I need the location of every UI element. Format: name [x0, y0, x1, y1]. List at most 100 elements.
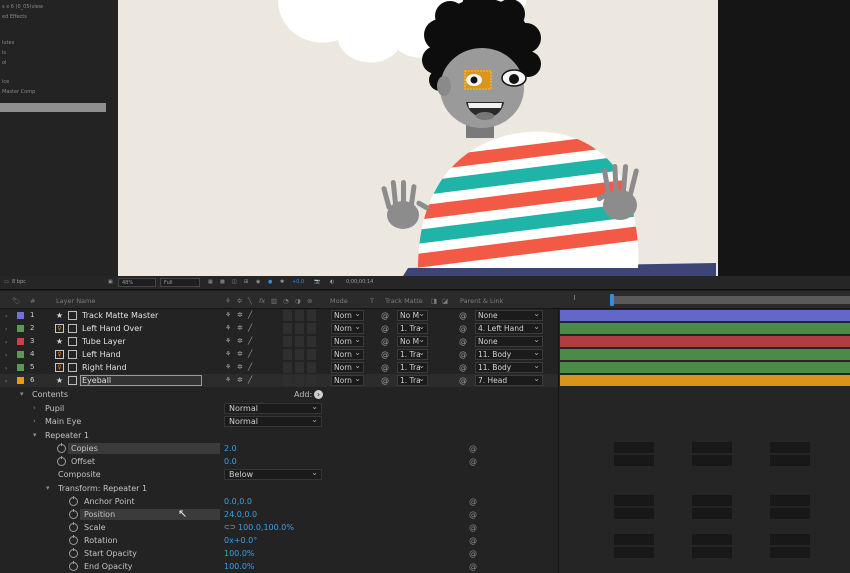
repeater-group[interactable]: ▾ Repeater 1: [0, 429, 558, 442]
track-segment[interactable]: [614, 442, 654, 453]
label-color-swatch[interactable]: [17, 351, 24, 358]
pupil-blend-mode-dropdown[interactable]: Normal: [224, 402, 322, 414]
track-segment[interactable]: [770, 495, 810, 506]
layer-name-header[interactable]: Layer Name: [56, 297, 95, 305]
track-matte-dropdown[interactable]: 1. Tra: [397, 375, 428, 386]
blend-mode-dropdown[interactable]: Norn: [331, 375, 364, 386]
matte-invert-icon[interactable]: ◪: [442, 297, 448, 305]
contents-group[interactable]: ▾ Contents Add: ›: [0, 388, 558, 401]
anchor-point-property[interactable]: Anchor Point 0.0,0.0 @: [0, 495, 558, 508]
parent-pickwhip-icon[interactable]: @: [459, 311, 467, 320]
switch-slot[interactable]: [283, 349, 292, 360]
main-eye-blend-mode-dropdown[interactable]: Normal: [224, 415, 322, 427]
parent-dropdown[interactable]: 7. Head: [475, 375, 543, 386]
switch-slot[interactable]: [295, 336, 304, 347]
shy-icon[interactable]: ⚘: [225, 350, 231, 358]
exposure-value[interactable]: +0.0: [292, 279, 304, 285]
blend-mode-dropdown[interactable]: Norn: [331, 349, 364, 360]
layer-row[interactable]: › 5 ♀ Right Hand ⚘ ✲ ╱ Norn @1. Tra @11. Body: [0, 361, 558, 374]
composition-canvas[interactable]: [118, 0, 718, 276]
copies-value[interactable]: 2.0: [224, 444, 237, 453]
layer-row[interactable]: › 2 ♀ Left Hand Over ⚘ ✲ ╱ Norn @1. Tra @4. Left …: [0, 322, 558, 335]
quality-header-icon[interactable]: ╲: [248, 297, 252, 305]
start-opacity-value[interactable]: 100.0%: [224, 549, 255, 558]
shy-icon[interactable]: ⚘: [225, 324, 231, 332]
quality-icon[interactable]: ╱: [248, 311, 252, 319]
twirl-icon[interactable]: ›: [5, 378, 7, 385]
layer-name[interactable]: Left Hand: [82, 350, 121, 359]
parent-dropdown[interactable]: 11. Body: [475, 349, 543, 360]
expression-pickwhip-icon[interactable]: @: [469, 510, 477, 519]
switch-slot[interactable]: [283, 310, 292, 321]
add-shape-button[interactable]: ›: [314, 390, 323, 399]
matte-alpha-icon[interactable]: ◨: [431, 297, 437, 305]
label-color-swatch[interactable]: [17, 325, 24, 332]
collapse-icon[interactable]: ✲: [237, 324, 243, 332]
layer-duration-bar[interactable]: [560, 323, 850, 334]
playhead[interactable]: [610, 294, 614, 306]
fast-previews-icon[interactable]: ▦: [208, 279, 213, 285]
blend-mode-dropdown[interactable]: Norn: [331, 362, 364, 373]
track-matte-dropdown[interactable]: 1. Tra: [397, 349, 428, 360]
show-snapshot-icon[interactable]: ◐: [330, 279, 334, 285]
label-column-icon[interactable]: 🏷: [12, 297, 20, 305]
stopwatch-icon[interactable]: [69, 522, 78, 532]
stopwatch-icon[interactable]: [69, 561, 78, 571]
main-eye-twirl-icon[interactable]: ›: [33, 417, 36, 425]
shy-icon[interactable]: ⚘: [225, 376, 231, 384]
project-line[interactable]: s x 6 (0_05)view: [2, 4, 43, 10]
end-opacity-property[interactable]: End Opacity 100.0% @: [0, 560, 558, 573]
pickwhip-icon[interactable]: @: [381, 363, 389, 372]
composite-property[interactable]: Composite Below: [0, 468, 558, 481]
layer-duration-bar[interactable]: [560, 362, 850, 373]
track-segment[interactable]: [770, 547, 810, 558]
project-scrollbar[interactable]: [0, 103, 106, 112]
track-segment[interactable]: [692, 442, 732, 453]
collapse-icon[interactable]: ✲: [237, 363, 243, 371]
anchor-point-value[interactable]: 0.0,0.0: [224, 497, 252, 506]
track-segment[interactable]: [614, 508, 654, 519]
switch-slot[interactable]: [295, 310, 304, 321]
track-matte-dropdown[interactable]: No M: [397, 336, 428, 347]
switch-slot[interactable]: [295, 362, 304, 373]
project-line[interactable]: ed Effects: [2, 14, 27, 20]
expression-pickwhip-icon[interactable]: @: [469, 562, 477, 571]
offset-property[interactable]: Offset 0.0 @: [0, 455, 558, 468]
switch-slot[interactable]: [307, 310, 316, 321]
blend-mode-dropdown[interactable]: Norn: [331, 323, 364, 334]
adjustment-header-icon[interactable]: ◑: [295, 297, 301, 305]
quality-icon[interactable]: ╱: [248, 350, 252, 358]
mask-visibility-icon[interactable]: ◫: [232, 279, 237, 285]
exposure-icon[interactable]: ✱: [280, 279, 284, 285]
scale-property[interactable]: Scale ⊂⊃ 100.0,100.0% @: [0, 521, 558, 534]
track-matte-dropdown[interactable]: No M: [397, 310, 428, 321]
collapse-icon[interactable]: ✲: [237, 311, 243, 319]
color-management-icon[interactable]: ●: [268, 279, 272, 285]
track-matte-dropdown[interactable]: 1. Tra: [397, 362, 428, 373]
track-segment[interactable]: [614, 455, 654, 466]
collapse-header-icon[interactable]: ✲: [237, 297, 242, 305]
track-segment[interactable]: [692, 455, 732, 466]
composite-dropdown[interactable]: Below: [224, 468, 322, 480]
stopwatch-icon[interactable]: [69, 509, 78, 519]
collapse-icon[interactable]: ✲: [237, 337, 243, 345]
always-preview-icon[interactable]: ▭: [4, 279, 9, 285]
label-color-swatch[interactable]: [17, 312, 24, 319]
twirl-icon[interactable]: ›: [5, 339, 7, 346]
track-segment[interactable]: [692, 495, 732, 506]
twirl-icon[interactable]: ›: [5, 313, 7, 320]
offset-value[interactable]: 0.0: [224, 457, 237, 466]
channel-icon[interactable]: ◉: [256, 279, 260, 285]
expression-pickwhip-icon[interactable]: @: [469, 444, 477, 453]
grid-icon[interactable]: ⊞: [244, 279, 248, 285]
switch-slot[interactable]: [295, 349, 304, 360]
collapse-icon[interactable]: ✲: [237, 350, 243, 358]
layer-duration-bar[interactable]: [560, 349, 850, 360]
shy-icon[interactable]: ⚘: [225, 363, 231, 371]
expression-pickwhip-icon[interactable]: @: [469, 549, 477, 558]
switch-slot[interactable]: [307, 362, 316, 373]
3d-layer-header-icon[interactable]: ⊚: [307, 297, 312, 305]
switch-slot[interactable]: [283, 336, 292, 347]
current-time[interactable]: 0;00;00;14: [346, 279, 373, 285]
composition-viewer[interactable]: [118, 0, 850, 276]
